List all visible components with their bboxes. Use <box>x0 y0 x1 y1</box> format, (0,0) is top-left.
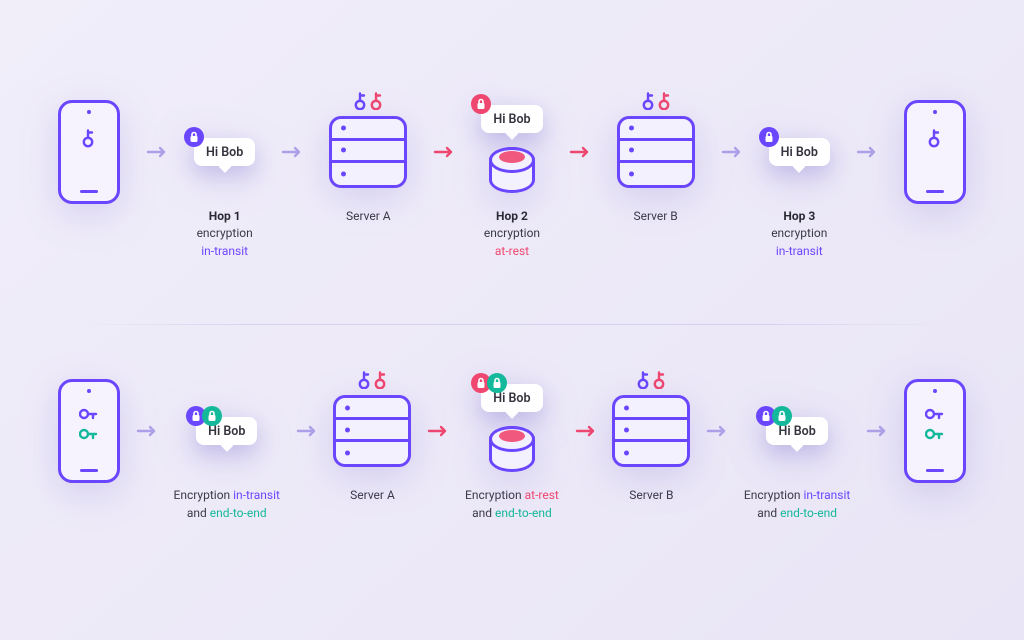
key-icon <box>928 129 942 149</box>
lock-icon <box>487 373 507 393</box>
hop1-e2e-caption: Encryption in-transit and end-to-end <box>174 487 280 522</box>
diagram: Hi Bob Hop 1 encryption in-transit <box>0 0 1024 522</box>
key-icon <box>925 428 945 440</box>
key-icon <box>82 129 96 149</box>
hop2-e2e-caption: Encryption at-rest and end-to-end <box>465 487 559 522</box>
key-icon <box>79 408 99 420</box>
phone-icon <box>58 100 120 204</box>
database-icon <box>489 426 535 472</box>
phone-icon <box>904 379 966 483</box>
lock-icon <box>184 127 204 147</box>
message-text: Hi Bob <box>778 424 815 439</box>
phone-icon <box>58 379 120 483</box>
hop3: Hi Bob Hop 3 encryption in-transit <box>769 110 830 260</box>
server-b: Server B <box>617 110 695 225</box>
arrow-icon <box>292 389 322 473</box>
message-text: Hi Bob <box>781 145 818 160</box>
message-text: Hi Bob <box>206 145 243 160</box>
server-keys <box>642 92 670 110</box>
arrow-icon <box>852 110 882 194</box>
hop3-e2e: Hi Bob Encryption in-transit and end-to-… <box>744 389 850 522</box>
hop3-e2e-caption: Encryption in-transit and end-to-end <box>744 487 850 522</box>
message-text: Hi Bob <box>493 112 530 127</box>
key-icon <box>354 92 366 110</box>
lock-icon <box>202 406 222 426</box>
lock-icon <box>759 127 779 147</box>
lock-icon <box>772 406 792 426</box>
message-bubble: Hi Bob <box>194 138 255 166</box>
row-hop-encryption: Hi Bob Hop 1 encryption in-transit <box>58 110 966 260</box>
lock-icon <box>471 94 491 114</box>
arrow-icon <box>142 110 172 194</box>
server-icon <box>617 116 695 188</box>
server-icon <box>329 116 407 188</box>
arrow-icon <box>565 110 595 194</box>
hop1-caption: Hop 1 encryption in-transit <box>197 208 253 260</box>
hop2: Hi Bob Hop 2 encryption at-rest <box>481 110 542 260</box>
server-b: Server B <box>612 389 690 504</box>
server-keys <box>637 371 665 389</box>
row-e2e-encryption: Hi Bob Encryption in-transit and end-to-… <box>58 389 966 522</box>
sender-phone <box>58 110 120 194</box>
server-keys <box>354 92 382 110</box>
hop3-caption: Hop 3 encryption in-transit <box>771 208 827 260</box>
arrow-icon <box>717 110 747 194</box>
arrow-icon <box>571 389 601 473</box>
message-bubble: Hi Bob <box>766 417 827 445</box>
database-icon <box>489 147 535 193</box>
server-keys <box>358 371 386 389</box>
phone-icon <box>904 100 966 204</box>
hop2-e2e: Hi Bob Encryption at-rest and end-to-end <box>465 389 559 522</box>
server-b-label: Server B <box>633 208 677 225</box>
key-icon <box>358 371 370 389</box>
hop1-e2e: Hi Bob Encryption in-transit and end-to-… <box>174 389 280 522</box>
server-a-label: Server A <box>346 208 391 225</box>
hop1: Hi Bob Hop 1 encryption in-transit <box>194 110 255 260</box>
divider <box>78 324 946 325</box>
key-icon <box>637 371 649 389</box>
server-a: Server A <box>329 110 407 225</box>
key-icon <box>374 371 386 389</box>
arrow-icon <box>702 389 732 473</box>
receiver-phone <box>904 110 966 194</box>
server-a: Server A <box>333 389 411 504</box>
message-bubble: Hi Bob <box>481 105 542 133</box>
receiver-phone <box>904 389 966 473</box>
key-icon <box>370 92 382 110</box>
key-icon <box>658 92 670 110</box>
arrow-icon <box>429 110 459 194</box>
key-icon <box>642 92 654 110</box>
sender-phone <box>58 389 120 473</box>
server-icon <box>333 395 411 467</box>
arrow-icon <box>277 110 307 194</box>
message-text: Hi Bob <box>208 424 245 439</box>
server-b-label: Server B <box>629 487 673 504</box>
hop2-caption: Hop 2 encryption at-rest <box>484 208 540 260</box>
key-icon <box>925 408 945 420</box>
server-icon <box>612 395 690 467</box>
key-icon <box>653 371 665 389</box>
arrow-icon <box>132 389 162 473</box>
key-icon <box>79 428 99 440</box>
message-bubble: Hi Bob <box>196 417 257 445</box>
server-a-label: Server A <box>350 487 395 504</box>
message-bubble: Hi Bob <box>481 384 542 412</box>
message-bubble: Hi Bob <box>769 138 830 166</box>
arrow-icon <box>862 389 892 473</box>
message-text: Hi Bob <box>493 391 530 406</box>
arrow-icon <box>423 389 453 473</box>
